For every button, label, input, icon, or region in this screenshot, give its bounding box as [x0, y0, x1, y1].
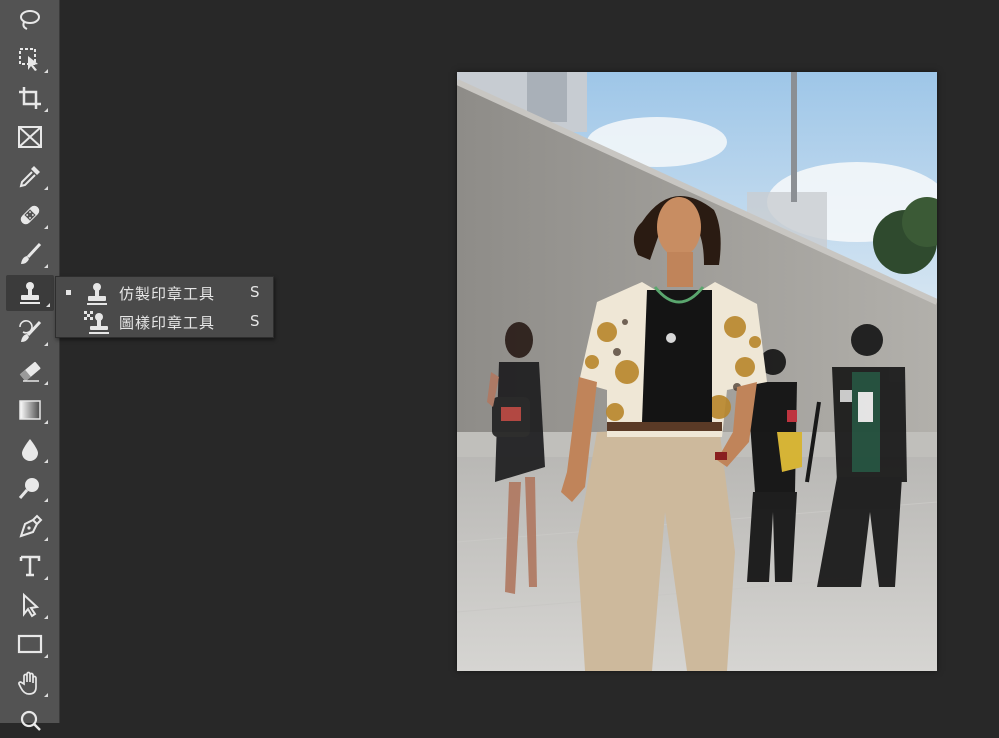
blur-tool[interactable] [8, 431, 52, 467]
frame-tool[interactable] [8, 119, 52, 155]
brush-icon [21, 242, 42, 264]
gradient-icon [19, 400, 41, 420]
stamp-icon [87, 283, 107, 305]
zoom-icon [20, 710, 41, 731]
flyout-item-shortcut: S [250, 312, 260, 330]
stamp-tool-flyout-menu: 仿製印章工具 S 圖樣印章工具 S [55, 276, 274, 338]
dodge-tool[interactable] [8, 470, 52, 506]
object-selection-icon [19, 48, 38, 71]
drop-icon [22, 439, 38, 461]
tools-panel [0, 0, 60, 731]
flyout-item-label: 圖樣印章工具 [119, 314, 216, 332]
clone-stamp-tool[interactable] [6, 275, 54, 311]
frame-icon [18, 126, 42, 148]
arrow-icon [23, 592, 40, 618]
pattern-stamp-icon [84, 311, 109, 334]
flyout-item-pattern-stamp[interactable]: 圖樣印章工具 S [56, 308, 273, 337]
stamp-icon [20, 282, 40, 304]
crop-tool[interactable] [8, 80, 52, 116]
dodge-icon [18, 478, 39, 499]
eraser-tool[interactable] [8, 353, 52, 389]
lasso-tool[interactable] [8, 2, 52, 38]
pen-icon [19, 514, 43, 538]
pen-tool[interactable] [8, 509, 52, 545]
object-selection-tool[interactable] [8, 41, 52, 77]
flyout-item-shortcut: S [250, 283, 260, 301]
history-brush-tool[interactable] [8, 314, 52, 350]
eyedropper-icon [19, 166, 40, 188]
eraser-icon [19, 361, 41, 382]
street-fashion-photo [457, 72, 937, 671]
selected-indicator [66, 290, 71, 295]
hand-icon [18, 671, 37, 695]
flyout-item-clone-stamp[interactable]: 仿製印章工具 S [56, 279, 273, 308]
hand-tool[interactable] [8, 665, 52, 701]
type-icon [19, 555, 41, 577]
path-selection-tool[interactable] [8, 587, 52, 623]
bandage-icon [20, 205, 40, 225]
brush-tool[interactable] [8, 236, 52, 272]
history-brush-icon [19, 320, 42, 342]
healing-brush-tool[interactable] [8, 197, 52, 233]
type-tool[interactable] [8, 548, 52, 584]
rectangle-tool[interactable] [8, 626, 52, 662]
lasso-icon [20, 10, 40, 30]
gradient-tool[interactable] [8, 392, 52, 428]
flyout-item-label: 仿製印章工具 [119, 285, 216, 303]
eyedropper-tool[interactable] [8, 158, 52, 194]
document-canvas[interactable] [457, 72, 937, 671]
crop-icon [19, 87, 41, 109]
rectangle-icon [17, 634, 43, 654]
zoom-tool[interactable] [8, 702, 52, 738]
